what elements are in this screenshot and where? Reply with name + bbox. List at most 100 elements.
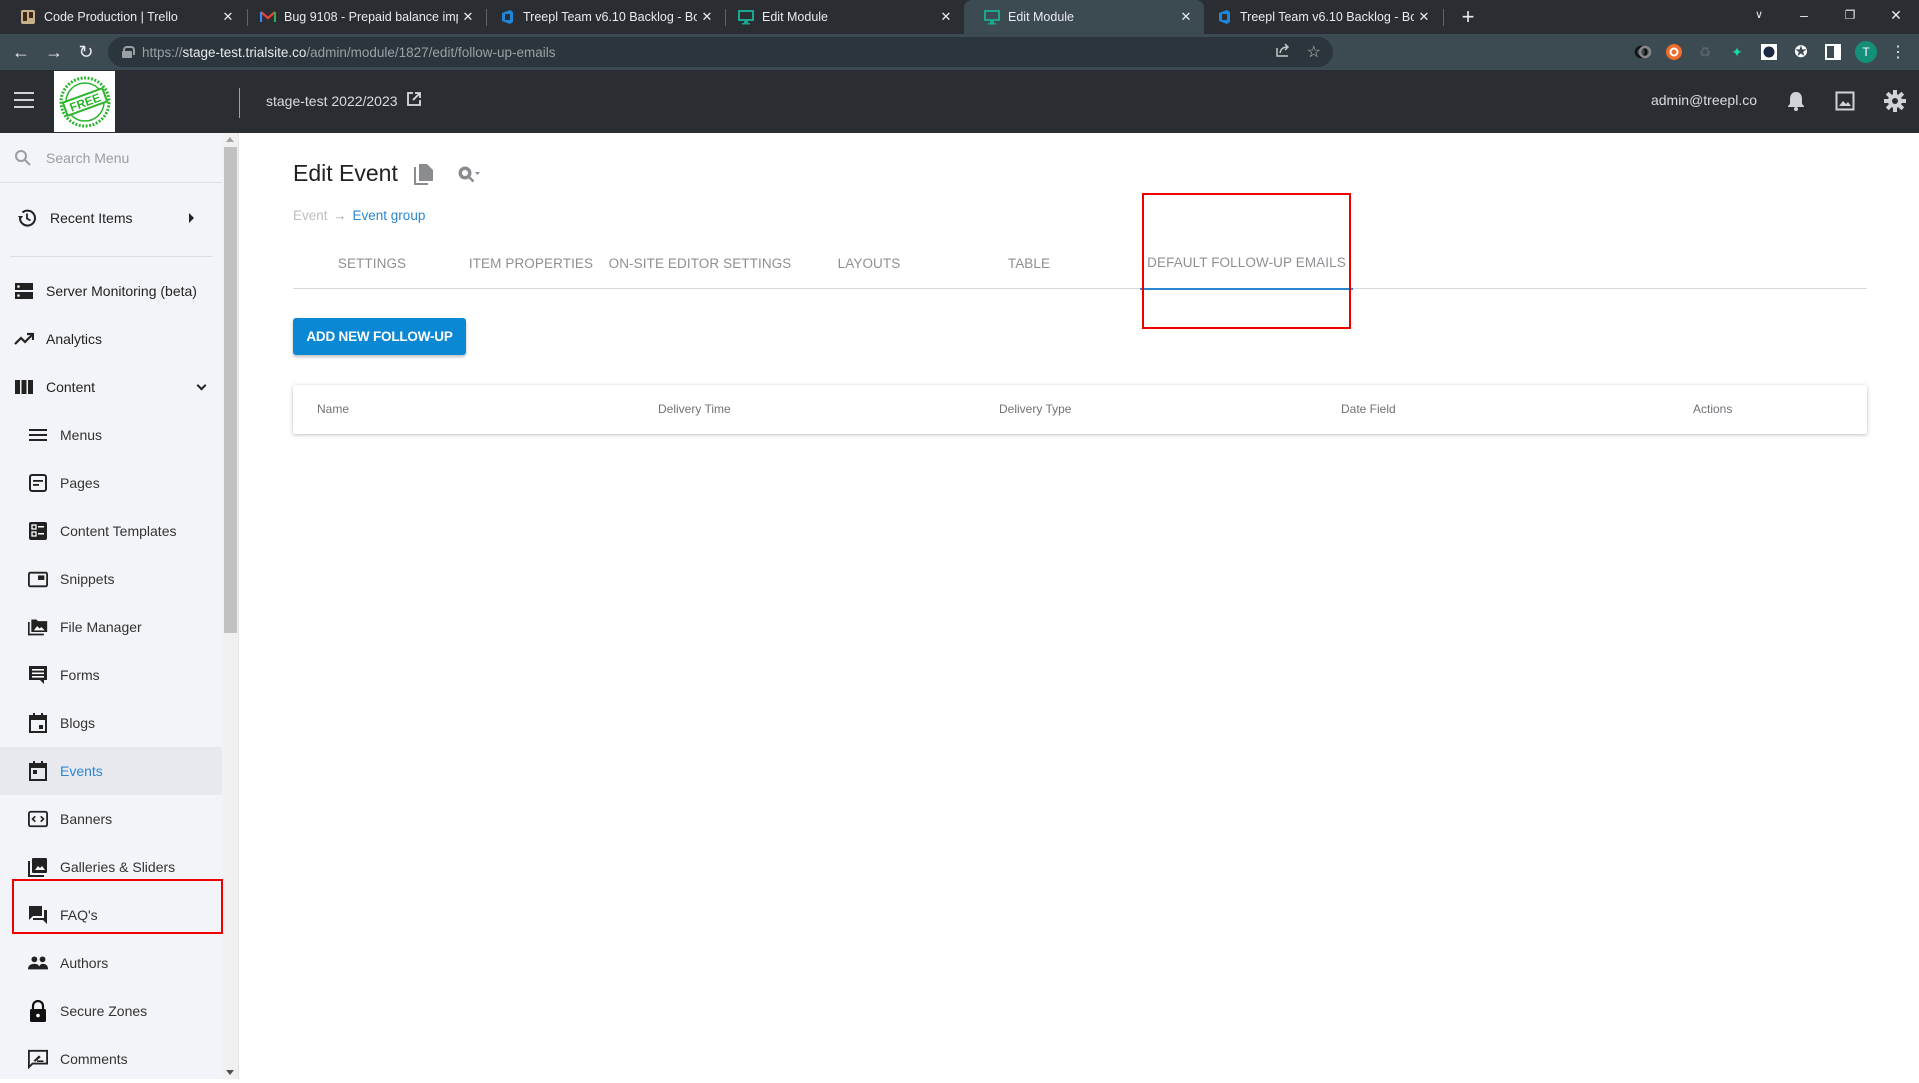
app-header: FREE stage-test 2022/2023 admin@treepl.c…	[0, 70, 1919, 133]
sidebar-item-analytics[interactable]: Analytics	[0, 315, 222, 363]
profile-avatar[interactable]: T	[1855, 41, 1877, 63]
tab-on-site-editor-settings[interactable]: ON-SITE EDITOR SETTINGS	[609, 237, 792, 289]
bookmark-star-icon[interactable]: ☆	[1307, 42, 1321, 62]
preview-search-dropdown-icon[interactable]	[456, 164, 480, 189]
sidebar-item-events[interactable]: Events	[0, 747, 222, 795]
minimize-button[interactable]: –	[1781, 0, 1827, 34]
media-image-icon[interactable]	[1832, 88, 1858, 114]
extension-lifebuoy-icon[interactable]	[1664, 42, 1684, 62]
back-icon[interactable]: ←	[7, 38, 35, 66]
sidebar-item-label: Events	[60, 763, 103, 779]
breadcrumb: Event → Event group	[293, 208, 425, 223]
sidebar-item-secure-zones[interactable]: Secure Zones	[0, 987, 222, 1035]
lock-icon	[28, 1000, 48, 1022]
scrollbar-thumb[interactable]	[224, 147, 237, 633]
sidebar-item-menus[interactable]: Menus	[0, 411, 222, 459]
column-header-name[interactable]: Name	[317, 385, 349, 434]
close-tab-icon[interactable]: ✕	[697, 9, 717, 25]
tab-layouts[interactable]: LAYOUTS	[789, 237, 949, 289]
form-icon	[28, 665, 48, 685]
site-name-link[interactable]: stage-test 2022/2023	[266, 91, 422, 110]
column-header-delivery-time[interactable]: Delivery Time	[658, 385, 731, 434]
url-scheme: https://	[142, 44, 183, 60]
sidebar-item-file-manager[interactable]: File Manager	[0, 603, 222, 651]
browser-tab[interactable]: Code Production | Trello ✕	[0, 0, 246, 34]
tab-item-properties[interactable]: ITEM PROPERTIES	[451, 237, 611, 289]
share-icon[interactable]	[1275, 42, 1291, 63]
close-tab-icon[interactable]: ✕	[1176, 9, 1196, 25]
sidebar-item-blogs[interactable]: Blogs	[0, 699, 222, 747]
user-email[interactable]: admin@treepl.co	[1651, 92, 1757, 108]
close-window-button[interactable]: ✕	[1873, 0, 1919, 34]
reload-icon[interactable]: ↻	[72, 38, 100, 66]
scroll-up-arrow-icon[interactable]	[226, 137, 234, 142]
browser-tab[interactable]: Bug 9108 - Prepaid balance impr ✕	[240, 0, 486, 34]
add-new-follow-up-button[interactable]: ADD NEW FOLLOW-UP	[293, 318, 466, 355]
extension-runner-icon[interactable]: ✦	[1727, 42, 1747, 62]
sidebar-item-pages[interactable]: Pages	[0, 459, 222, 507]
sidebar-item-label: Galleries & Sliders	[60, 859, 176, 875]
extensions-puzzle-icon[interactable]: ✪	[1791, 42, 1811, 62]
tab-title: Treepl Team v6.10 Backlog - Boar	[523, 10, 697, 24]
sidebar-item-label: Menus	[60, 427, 103, 443]
browser-tab-active[interactable]: Edit Module ✕	[964, 0, 1204, 34]
columns-icon	[14, 377, 34, 397]
sidebar-item-label: FAQ's	[60, 907, 98, 923]
sidebar-item-label: Analytics	[46, 331, 103, 347]
sidebar-item-content-templates[interactable]: Content Templates	[0, 507, 222, 555]
sidebar-item-snippets[interactable]: Snippets	[0, 555, 222, 603]
close-tab-icon[interactable]: ✕	[936, 9, 956, 25]
chrome-menu-icon[interactable]: ⋮	[1888, 42, 1908, 62]
sidebar-item-authors[interactable]: Authors	[0, 939, 222, 987]
tab-default-follow-up-emails[interactable]: DEFAULT FOLLOW-UP EMAILS	[1140, 237, 1353, 290]
server-icon	[14, 281, 34, 301]
sidebar-scrollbar[interactable]	[223, 133, 238, 1079]
sidebar-item-server-monitoring[interactable]: Server Monitoring (beta)	[0, 267, 222, 315]
extension-link-icon[interactable]	[1633, 42, 1653, 62]
tab-title: Edit Module	[1008, 10, 1075, 24]
browser-tab[interactable]: Treepl Team v6.10 Backlog - Boar ✕	[1196, 0, 1442, 34]
bell-icon[interactable]	[1783, 88, 1809, 114]
copy-icon[interactable]	[414, 163, 434, 190]
breadcrumb-parent[interactable]: Event	[293, 208, 328, 223]
column-header-date-field[interactable]: Date Field	[1341, 385, 1396, 434]
sidebar-item-banners[interactable]: Banners	[0, 795, 222, 843]
side-panel-icon[interactable]	[1823, 42, 1843, 62]
follow-up-table: Name Delivery Time Delivery Type Date Fi…	[293, 385, 1867, 434]
hamburger-menu-icon[interactable]	[14, 92, 34, 108]
monitor-icon	[738, 9, 754, 25]
settings-gear-icon[interactable]	[1882, 88, 1908, 114]
breadcrumb-current[interactable]: Event group	[353, 208, 426, 223]
tab-search-button[interactable]: ∨	[1736, 0, 1782, 34]
tab-settings[interactable]: SETTINGS	[293, 237, 451, 289]
close-tab-icon[interactable]: ✕	[218, 9, 238, 25]
close-tab-icon[interactable]: ✕	[458, 9, 478, 25]
browser-tab[interactable]: Edit Module ✕	[718, 0, 964, 34]
site-logo[interactable]: FREE	[54, 71, 115, 132]
sidebar-item-content[interactable]: Content	[0, 363, 222, 411]
search-menu-input[interactable]	[46, 149, 206, 166]
open-external-icon[interactable]	[406, 91, 422, 110]
sidebar-item-faqs[interactable]: FAQ's	[0, 891, 222, 939]
url-text[interactable]: https://stage-test.trialsite.co/admin/mo…	[142, 45, 555, 60]
column-header-delivery-type[interactable]: Delivery Type	[999, 385, 1071, 434]
sidebar-item-forms[interactable]: Forms	[0, 651, 222, 699]
address-bar[interactable]: https://stage-test.trialsite.co/admin/mo…	[108, 37, 1333, 67]
browser-tab[interactable]: Treepl Team v6.10 Backlog - Boar ✕	[479, 0, 725, 34]
snippet-icon	[28, 569, 48, 589]
recent-items[interactable]: Recent Items	[0, 201, 222, 235]
sidebar-item-galleries-sliders[interactable]: Galleries & Sliders	[0, 843, 222, 891]
header-divider	[239, 88, 240, 118]
forward-icon[interactable]: →	[40, 38, 68, 66]
calendar-icon	[28, 713, 48, 733]
new-tab-button[interactable]: +	[1454, 3, 1482, 31]
scroll-down-arrow-icon[interactable]	[226, 1070, 234, 1075]
close-tab-icon[interactable]: ✕	[1414, 9, 1434, 25]
caret-right-icon	[189, 213, 194, 223]
azure-devops-icon	[1216, 9, 1232, 25]
sidebar-item-comments[interactable]: Comments	[0, 1035, 222, 1083]
tab-table[interactable]: TABLE	[949, 237, 1109, 289]
extension-recycle-icon[interactable]: ♻	[1695, 42, 1715, 62]
extension-chat-icon[interactable]	[1759, 42, 1779, 62]
restore-button[interactable]: ❐	[1827, 0, 1873, 34]
